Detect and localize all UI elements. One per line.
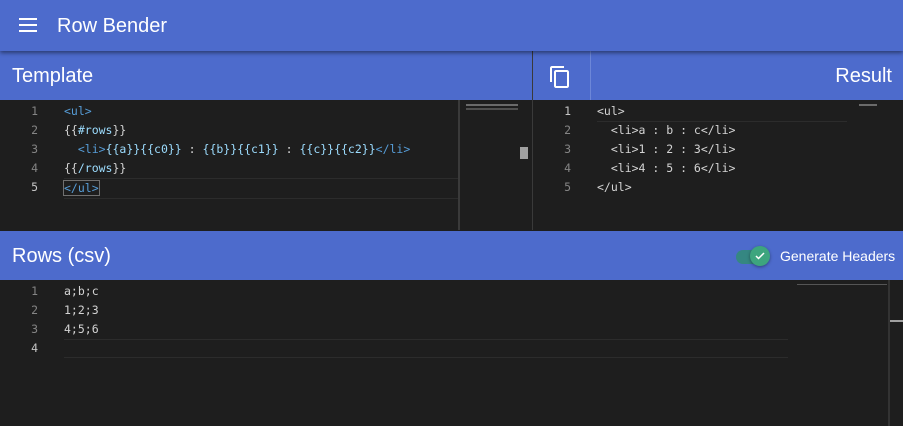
minimap-line [466, 104, 518, 106]
line-number: 1 [564, 104, 571, 118]
csv-line: a;b;c [64, 284, 99, 298]
code-line-current: </ul> [63, 178, 458, 199]
scrollbar-thumb[interactable] [890, 320, 903, 322]
csv-line-current [64, 339, 788, 358]
code-line: <ul> [64, 104, 92, 118]
result-editor[interactable]: 1 2 3 4 5 <ul> <li>a : b : c</li> <li>1 … [533, 100, 903, 230]
line-number: 3 [31, 142, 38, 156]
line-number: 3 [564, 142, 571, 156]
line-number: 1 [31, 284, 38, 298]
code-line: <li>{{a}}{{c0}} : {{b}}{{c1}} : {{c}}{{c… [77, 142, 411, 156]
line-number: 1 [31, 104, 38, 118]
result-line: <li>4 : 5 : 6</li> [597, 161, 736, 175]
menu-icon[interactable] [18, 16, 40, 34]
minimap-divider [458, 100, 460, 230]
result-title: Result [835, 65, 892, 87]
header-divider [590, 51, 591, 100]
check-icon [755, 252, 765, 260]
rows-title: Rows (csv) [12, 245, 111, 267]
minimap-line [466, 108, 518, 110]
line-number: 3 [31, 322, 38, 336]
toggle-thumb [750, 246, 770, 266]
csv-line: 4;5;6 [64, 322, 99, 336]
csv-line: 1;2;3 [64, 303, 99, 317]
result-header: Result [591, 51, 903, 100]
result-line: <li>a : b : c</li> [597, 123, 736, 137]
copy-icon[interactable] [548, 65, 572, 89]
generate-headers-label: Generate Headers [780, 248, 896, 264]
line-number: 4 [564, 161, 571, 175]
minimap-line [859, 104, 877, 106]
line-number: 4 [31, 341, 38, 355]
line-number: 2 [31, 123, 38, 137]
scrollbar-thumb[interactable] [520, 147, 528, 159]
rows-editor[interactable]: 1 2 3 4 a;b;c 1;2;3 4;5;6 [0, 280, 903, 426]
template-editor[interactable]: 1 2 3 4 5 <ul> {{#rows}} <li>{{a}}{{c0}}… [0, 100, 532, 230]
code-line: {{#rows}} [64, 123, 127, 137]
result-line: <li>1 : 2 : 3</li> [597, 142, 736, 156]
result-line: <ul> [597, 102, 847, 122]
line-number: 2 [31, 303, 38, 317]
line-number: 4 [31, 161, 38, 175]
code-line: {{/rows}} [64, 161, 127, 175]
scrollbar-track[interactable] [888, 280, 890, 426]
template-title: Template [12, 65, 94, 87]
line-number: 2 [564, 123, 571, 137]
app-title: Row Bender [57, 15, 168, 37]
line-number: 5 [31, 180, 38, 194]
template-header: Template [0, 51, 532, 100]
generate-headers-toggle[interactable] [736, 246, 770, 266]
line-number: 5 [564, 180, 571, 194]
minimap-line [797, 284, 887, 285]
result-line: </ul> [597, 180, 632, 194]
app-bar: Row Bender [0, 0, 903, 51]
